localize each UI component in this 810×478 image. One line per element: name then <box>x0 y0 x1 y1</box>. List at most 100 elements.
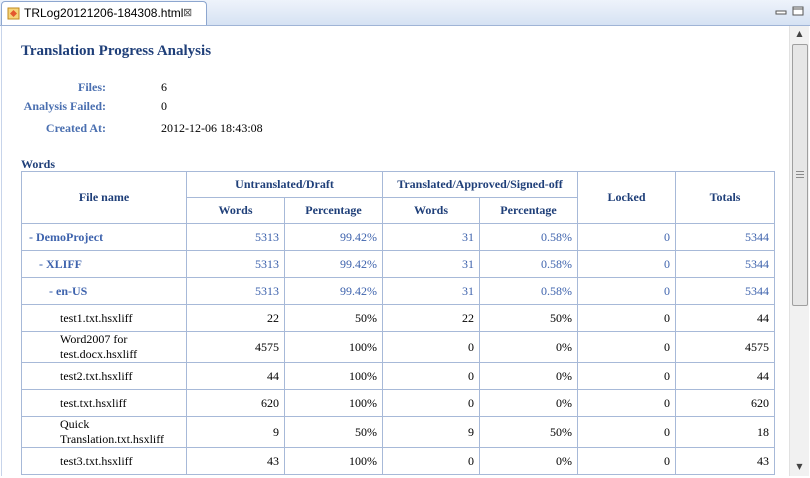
header-file-name: File name <box>21 171 187 224</box>
page-title: Translation Progress Analysis <box>21 43 212 59</box>
tab-title: TRLog20121206-184308.html <box>24 6 184 20</box>
locked-cell: 0 <box>577 389 677 417</box>
file-row: Word2007 for test.docx.hsxliff 4575 100% 0 0… <box>21 331 776 363</box>
translated-words-cell: 0 <box>382 447 480 475</box>
untranslated-words-cell: 5313 <box>186 223 285 251</box>
untranslated-words-cell: 4575 <box>186 331 285 363</box>
translated-percentage-cell: 0.58% <box>478 277 579 305</box>
translated-percentage-cell: 0% <box>478 447 579 475</box>
untranslated-words-cell: 5313 <box>186 277 285 305</box>
file-name-cell[interactable]: - XLIFF <box>21 250 187 278</box>
untranslated-words-cell: 22 <box>186 304 285 332</box>
words-section-label: Words <box>21 157 56 171</box>
untranslated-percentage-cell: 100% <box>284 447 383 475</box>
analysis-failed-value: 0 <box>161 99 167 113</box>
files-label: Files: <box>78 80 106 94</box>
untranslated-words-cell: 9 <box>186 416 285 448</box>
minimize-icon[interactable] <box>775 6 787 16</box>
group-row[interactable]: - XLIFF 5313 99.42% 31 0.58% 0 5344 <box>21 250 776 278</box>
file-name-cell: test3.txt.hsxliff <box>21 447 187 475</box>
close-icon[interactable]: ⊠ <box>183 6 192 19</box>
group-row[interactable]: - en-US 5313 99.42% 31 0.58% 0 5344 <box>21 277 776 305</box>
translated-words-cell: 31 <box>382 250 480 278</box>
translated-percentage-cell: 50% <box>478 304 579 332</box>
total-cell: 5344 <box>675 223 776 251</box>
editor-tab-bar: TRLog20121206-184308.html ⊠ <box>0 0 810 26</box>
created-at-label: Created At: <box>45 121 106 135</box>
created-at-value: 2012-12-06 18:43:08 <box>161 121 263 135</box>
locked-cell: 0 <box>577 304 677 332</box>
untranslated-words-cell: 44 <box>186 362 285 390</box>
translated-words-cell: 0 <box>382 389 480 417</box>
analysis-failed-label: Analysis Failed: <box>23 99 106 113</box>
words-table: File name Untranslated/Draft Translated/… <box>21 171 776 475</box>
translated-words-cell: 31 <box>382 277 480 305</box>
scroll-up-icon[interactable]: ▲ <box>790 26 809 42</box>
header-locked: Locked <box>577 171 677 224</box>
locked-cell: 0 <box>577 331 677 363</box>
total-cell: 44 <box>675 304 776 332</box>
locked-cell: 0 <box>577 223 677 251</box>
untranslated-percentage-cell: 99.42% <box>284 223 383 251</box>
total-cell: 5344 <box>675 277 776 305</box>
translated-words-cell: 9 <box>382 416 480 448</box>
untranslated-words-cell: 5313 <box>186 250 285 278</box>
locked-cell: 0 <box>577 250 677 278</box>
header-translated: Translated/Approved/Signed-off <box>381 171 579 198</box>
untranslated-percentage-cell: 50% <box>284 304 383 332</box>
translated-percentage-cell: 0.58% <box>478 223 579 251</box>
file-row: Quick Translation.txt.hsxliff 9 50% 9 50% 0 18 <box>21 416 776 448</box>
scroll-down-icon[interactable]: ▼ <box>790 459 809 475</box>
file-name-cell: Word2007 for test.docx.hsxliff <box>21 331 187 363</box>
untranslated-percentage-cell: 100% <box>284 331 383 363</box>
untranslated-words-cell: 620 <box>186 389 285 417</box>
total-cell: 43 <box>675 447 776 475</box>
vertical-scrollbar[interactable]: ▲ ▼ <box>789 26 809 476</box>
header-untranslated-percentage: Percentage <box>284 197 383 224</box>
file-row: test.txt.hsxliff 620 100% 0 0% 0 620 <box>21 389 776 417</box>
file-name-cell[interactable]: - DemoProject <box>21 223 187 251</box>
total-cell: 18 <box>675 416 776 448</box>
maximize-icon[interactable] <box>792 6 804 16</box>
translated-percentage-cell: 50% <box>478 416 579 448</box>
untranslated-percentage-cell: 50% <box>284 416 383 448</box>
header-translated-percentage: Percentage <box>478 197 579 224</box>
header-untranslated: Untranslated/Draft <box>186 171 383 198</box>
file-name-cell: Quick Translation.txt.hsxliff <box>21 416 187 448</box>
file-row: test1.txt.hsxliff 22 50% 22 50% 0 44 <box>21 304 776 332</box>
file-row: test3.txt.hsxliff 43 100% 0 0% 0 43 <box>21 447 776 475</box>
translated-percentage-cell: 0% <box>478 389 579 417</box>
total-cell: 44 <box>675 362 776 390</box>
untranslated-percentage-cell: 99.42% <box>284 277 383 305</box>
locked-cell: 0 <box>577 416 677 448</box>
translated-words-cell: 0 <box>382 362 480 390</box>
translated-words-cell: 0 <box>382 331 480 363</box>
file-name-cell: test.txt.hsxliff <box>21 389 187 417</box>
report-view: Translation Progress Analysis Files: 6 A… <box>1 26 790 476</box>
translated-percentage-cell: 0% <box>478 362 579 390</box>
untranslated-words-cell: 43 <box>186 447 285 475</box>
translated-words-cell: 22 <box>382 304 480 332</box>
translated-percentage-cell: 0% <box>478 331 579 363</box>
header-translated-words: Words <box>382 197 480 224</box>
translated-percentage-cell: 0.58% <box>478 250 579 278</box>
file-row: test2.txt.hsxliff 44 100% 0 0% 0 44 <box>21 362 776 390</box>
untranslated-percentage-cell: 100% <box>284 362 383 390</box>
files-value: 6 <box>161 80 167 94</box>
editor-tab[interactable]: TRLog20121206-184308.html ⊠ <box>1 1 207 25</box>
group-row[interactable]: - DemoProject 5313 99.42% 31 0.58% 0 5344 <box>21 223 776 251</box>
total-cell: 5344 <box>675 250 776 278</box>
untranslated-percentage-cell: 99.42% <box>284 250 383 278</box>
locked-cell: 0 <box>577 362 677 390</box>
file-name-cell: test2.txt.hsxliff <box>21 362 187 390</box>
untranslated-percentage-cell: 100% <box>284 389 383 417</box>
total-cell: 4575 <box>675 331 776 363</box>
locked-cell: 0 <box>577 447 677 475</box>
total-cell: 620 <box>675 389 776 417</box>
scroll-thumb[interactable] <box>792 44 808 306</box>
locked-cell: 0 <box>577 277 677 305</box>
header-totals: Totals <box>675 171 776 224</box>
html-file-icon <box>7 7 20 20</box>
translated-words-cell: 31 <box>382 223 480 251</box>
file-name-cell[interactable]: - en-US <box>21 277 187 305</box>
